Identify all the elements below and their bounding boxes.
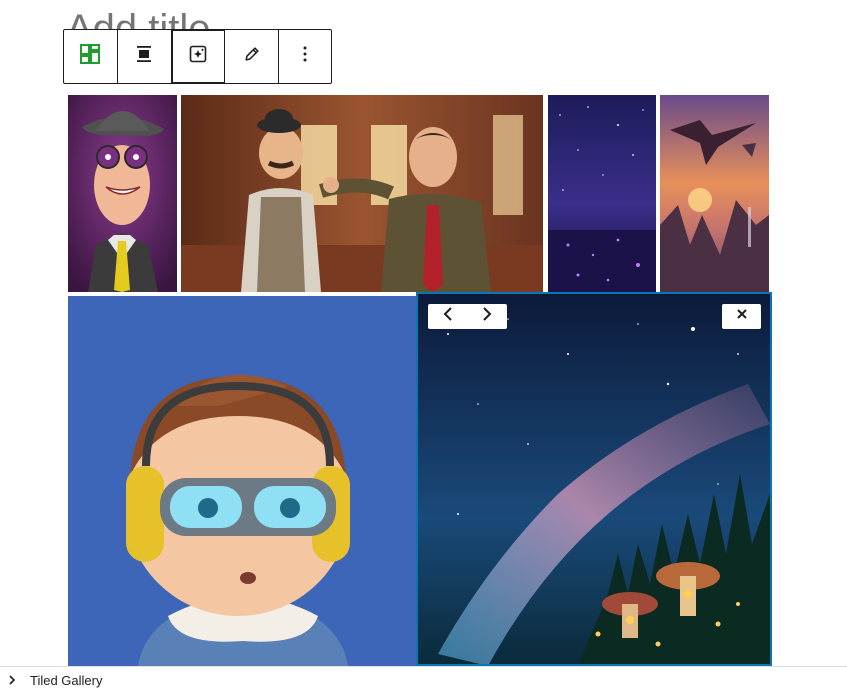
gallery-image-cartoon-man[interactable] — [68, 95, 177, 292]
pencil-icon — [242, 44, 262, 69]
breadcrumb-tiled-gallery[interactable]: Tiled Gallery — [30, 673, 102, 688]
more-options-button[interactable] — [279, 30, 331, 83]
gallery-image-purple-night[interactable] — [548, 95, 656, 292]
tiled-gallery-block-button[interactable] — [64, 30, 118, 83]
add-media-button[interactable] — [171, 30, 226, 83]
gallery-image-milky-way[interactable] — [418, 294, 770, 666]
chevron-right-icon — [480, 306, 494, 327]
image-move-controls — [428, 304, 507, 329]
chevron-left-icon — [441, 306, 455, 327]
edit-button[interactable] — [225, 30, 280, 83]
close-icon — [735, 307, 749, 326]
block-toolbar — [63, 29, 332, 84]
align-button[interactable] — [118, 30, 172, 83]
add-image-icon — [186, 42, 210, 71]
block-breadcrumb-bar: Tiled Gallery — [0, 666, 847, 693]
chevron-right-icon — [4, 674, 20, 686]
gallery-image-goggles-boy[interactable] — [68, 296, 416, 666]
tiled-gallery-icon — [78, 42, 102, 71]
move-left-button[interactable] — [428, 304, 468, 329]
gallery-image-dragon-islands[interactable] — [660, 95, 769, 292]
align-wide-icon — [132, 42, 156, 71]
remove-image-button[interactable] — [722, 304, 761, 329]
gallery-image-clay-fight[interactable] — [181, 95, 543, 292]
move-right-button[interactable] — [468, 304, 508, 329]
vertical-ellipsis-icon — [293, 42, 317, 71]
